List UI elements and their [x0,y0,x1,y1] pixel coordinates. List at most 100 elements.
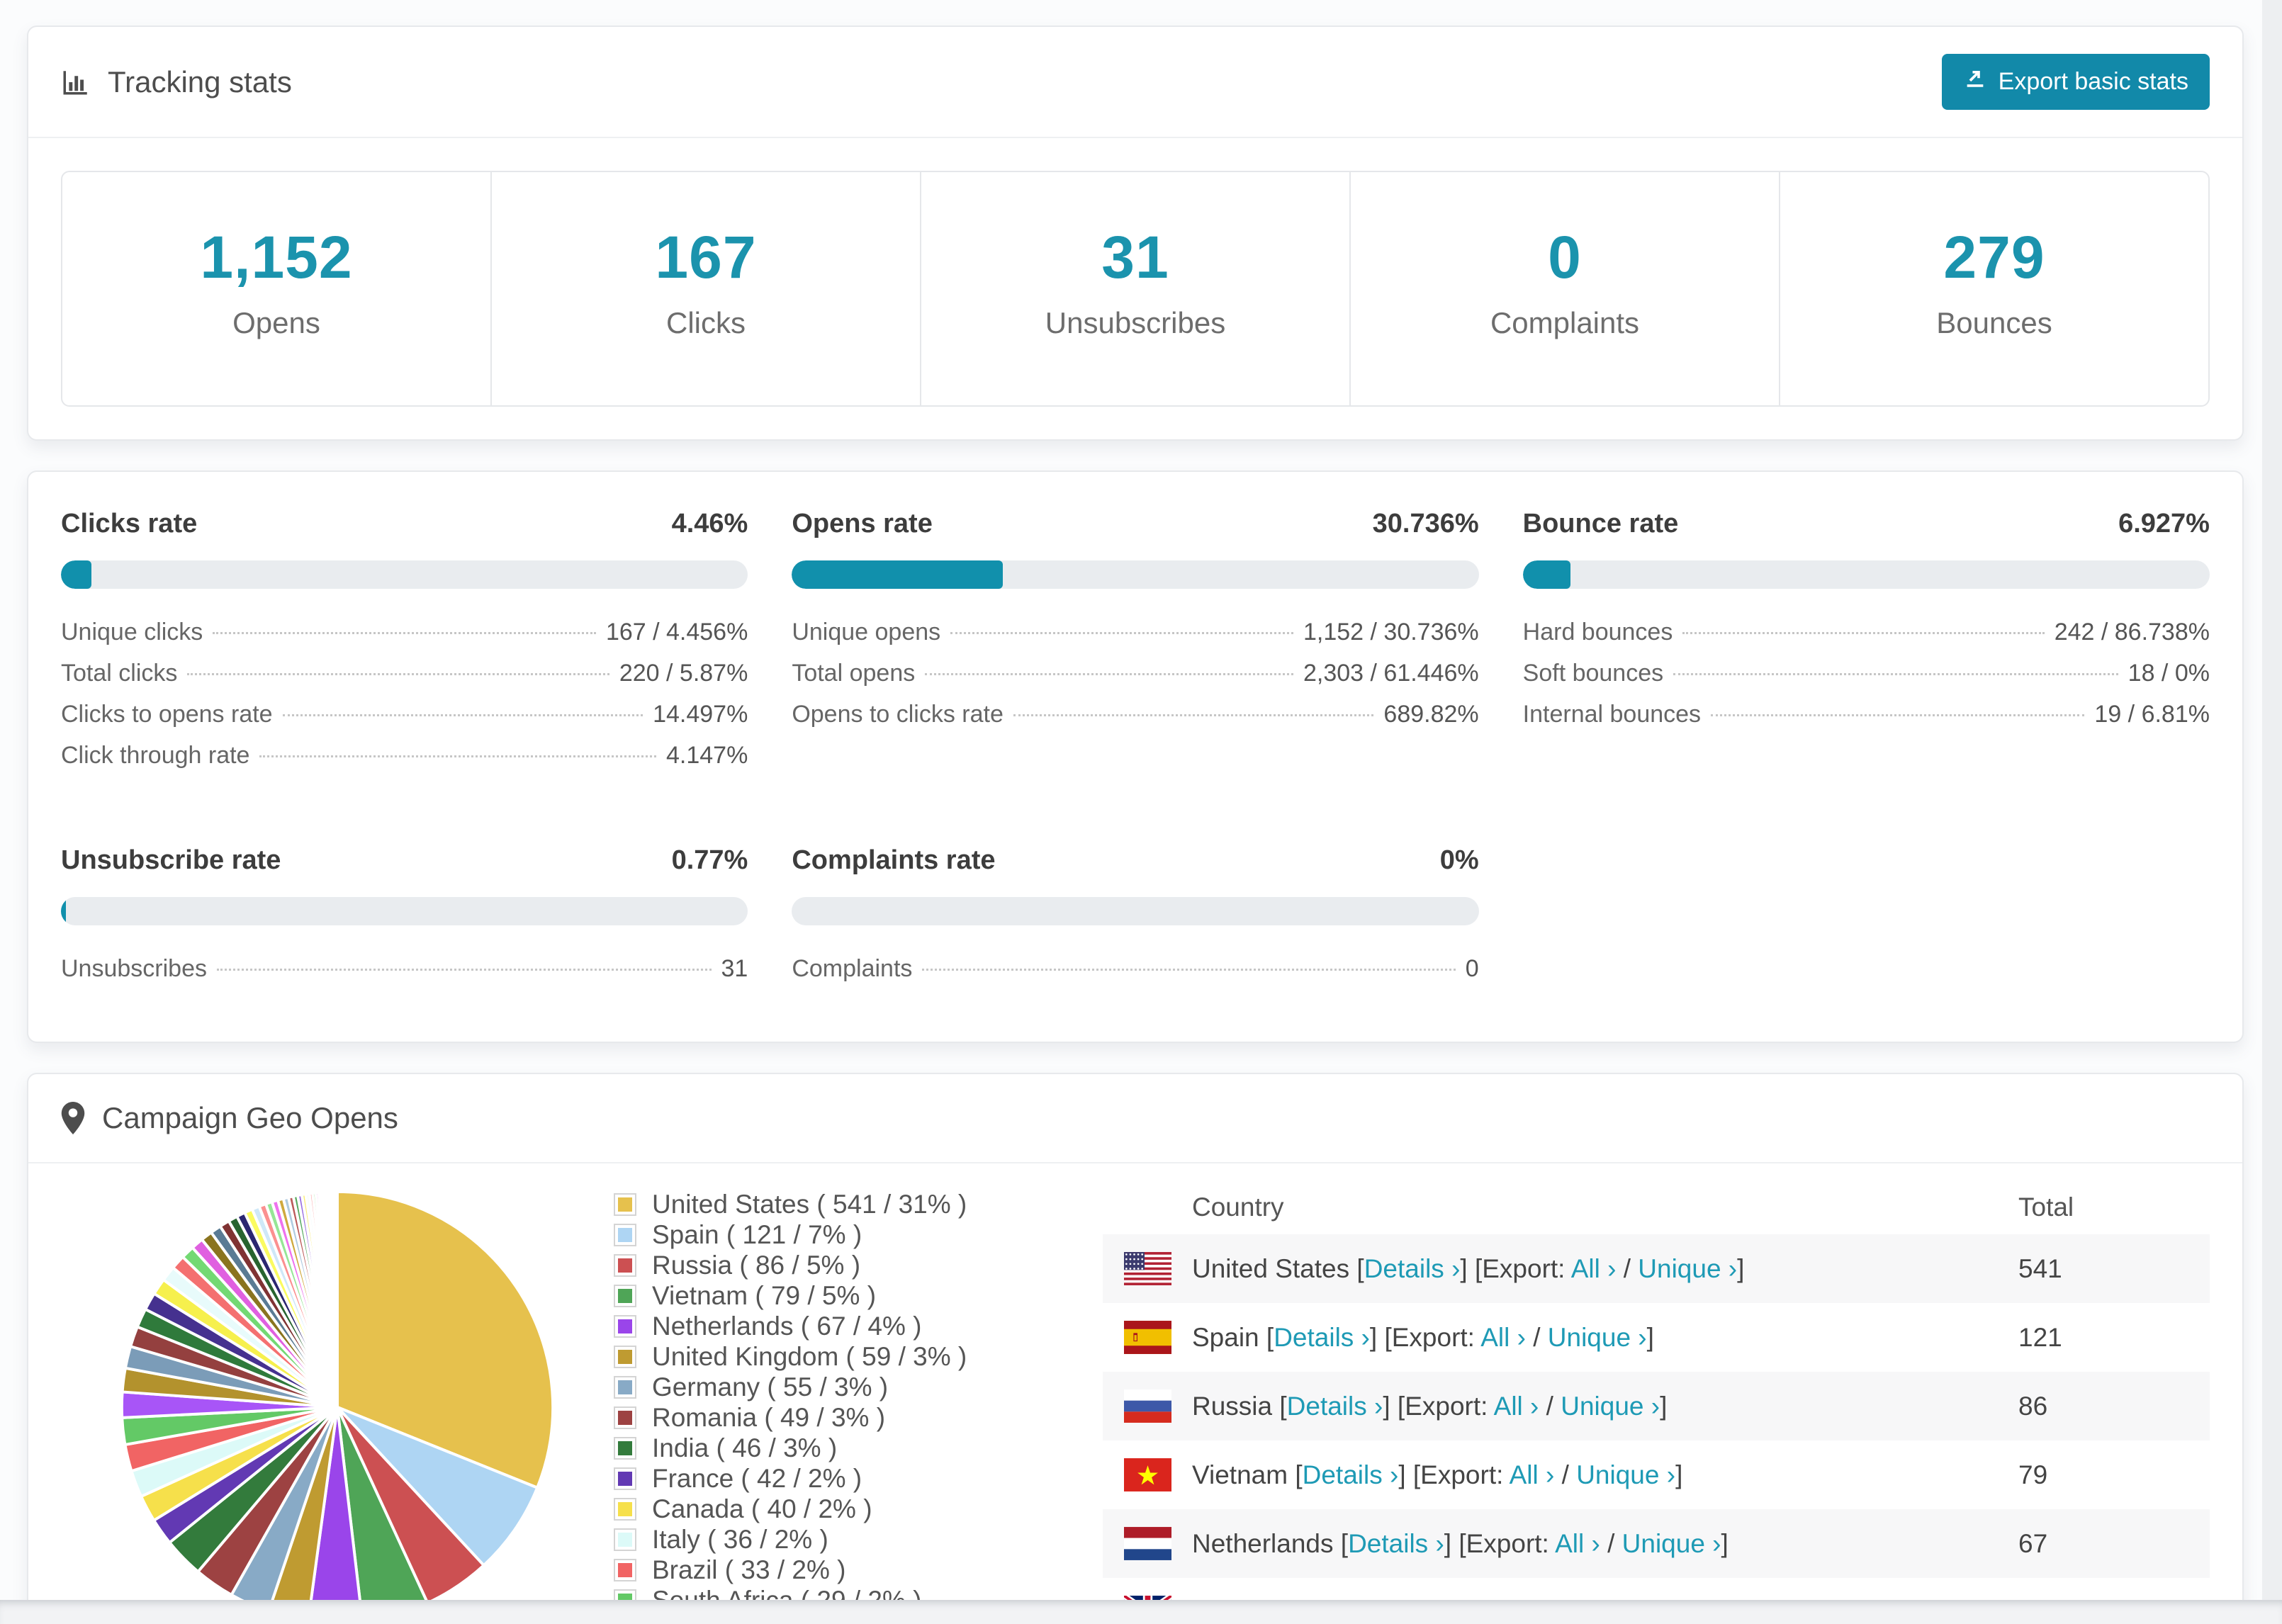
legend-swatch [614,1497,636,1521]
stat-box-unsubscribes: 31 Unsubscribes [920,172,1349,405]
stat-value: 167 [655,224,757,291]
dotted-leader [922,969,1456,971]
geo-opens-pie-chart[interactable] [113,1183,561,1624]
flag-netherlands-icon [1124,1527,1171,1560]
legend-item-canada: Canada ( 40 / 2% ) [614,1494,1103,1524]
legend-label: Spain ( 121 / 7% ) [652,1219,862,1249]
legend-swatch [614,1558,636,1581]
geo-row-links: United States [Details ›] [Export: All ›… [1192,1253,1745,1283]
geo-row-total: 67 [2018,1528,2048,1558]
rate-progress-bar [1522,560,2210,589]
export-icon [1963,67,1987,97]
dotted-leader [1013,714,1374,716]
rate-detail-value: 689.82% [1383,701,1479,728]
legend-swatch [614,1528,636,1551]
geo-row-links: Russia [Details ›] [Export: All › / Uniq… [1192,1391,1668,1421]
legend-label: Germany ( 55 / 3% ) [652,1372,889,1402]
geo-table-row-spain: Spain [Details ›] [Export: All › / Uniqu… [1103,1303,2210,1372]
bar-chart-icon [61,67,91,97]
rate-detail-row: Unique opens 1,152 / 30.736% [792,619,1478,660]
export-unique-link[interactable]: Unique › [1548,1323,1647,1352]
rate-detail-label: Soft bounces [1522,660,1664,687]
export-all-link[interactable]: All › [1494,1392,1539,1421]
stat-label: Complaints [1490,306,1640,339]
geo-row-links: Vietnam [Details ›] [Export: All › / Uni… [1192,1460,1683,1489]
geo-row-links: Netherlands [Details ›] [Export: All › /… [1192,1528,1729,1558]
rate-panel-opens-rate: Opens rate 30.736% Unique opens 1,152 / 30.… [792,509,1479,783]
legend-swatch [614,1192,636,1216]
stat-value: 279 [1943,224,2045,291]
stat-box-clicks: 167 Clicks [490,172,920,405]
pie-slice[interactable] [334,1190,339,1409]
geo-opens-title-text: Campaign Geo Opens [102,1101,398,1134]
details-link[interactable]: Details › [1348,1529,1444,1558]
export-unique-link[interactable]: Unique › [1622,1529,1721,1558]
legend-item-italy: Italy ( 36 / 2% ) [614,1524,1103,1555]
rate-detail-value: 4.147% [666,742,748,769]
geo-table-header-country: Country [1192,1192,1284,1222]
legend-swatch [614,1467,636,1490]
export-unique-link[interactable]: Unique › [1561,1392,1660,1421]
rate-detail-label: Total clicks [61,660,178,687]
geo-opens-header: Campaign Geo Opens [28,1074,2242,1163]
geo-table-row-united-states: United States [Details ›] [Export: All ›… [1103,1234,2210,1303]
details-link[interactable]: Details › [1303,1460,1399,1489]
legend-item-vietnam: Vietnam ( 79 / 5% ) [614,1280,1103,1311]
rate-detail-row: Total opens 2,303 / 61.446% [792,660,1478,701]
dotted-leader [282,714,643,716]
details-link[interactable]: Details › [1274,1323,1370,1352]
export-unique-link[interactable]: Unique › [1576,1460,1675,1489]
export-all-link[interactable]: All › [1510,1460,1555,1489]
rate-detail-value: 19 / 6.81% [2094,701,2210,728]
rate-detail-label: Opens to clicks rate [792,701,1004,728]
export-all-link[interactable]: All › [1571,1254,1617,1283]
stat-value: 31 [1101,224,1169,291]
tracking-stats-title-text: Tracking stats [108,64,292,98]
rate-detail-row: Soft bounces 18 / 0% [1523,660,2210,701]
rate-panel-bounce-rate: Bounce rate 6.927% Hard bounces 242 / 86.73… [1522,509,2210,783]
rate-detail-value: 242 / 86.738% [2054,619,2210,645]
dotted-leader [216,969,712,971]
rate-detail-value: 18 / 0% [2128,660,2210,687]
rate-progress-fill [1522,560,1570,589]
legend-swatch [614,1314,636,1338]
rate-detail-row: Unique clicks 167 / 4.456% [61,619,748,660]
rate-progress-fill [792,560,1004,589]
geo-table-row-russia: Russia [Details ›] [Export: All › / Uniq… [1103,1372,2210,1440]
tracking-stats-title: Tracking stats [61,65,292,99]
page-content: Tracking stats Export basic stats 1,152 O… [0,0,2262,1624]
legend-item-france: France ( 42 / 2% ) [614,1463,1103,1494]
rate-detail-value: 31 [721,955,748,982]
rate-progress-bar [792,897,1479,925]
rate-detail-row: Total clicks 220 / 5.87% [61,660,748,701]
legend-label: France ( 42 / 2% ) [652,1463,862,1493]
rates-card: Clicks rate 4.46% Unique clicks 167 / 4.456… [27,470,2244,1043]
flag-russia-icon [1124,1389,1171,1423]
export-all-link[interactable]: All › [1480,1323,1526,1352]
rate-panel-title: Opens rate [792,509,933,538]
details-link[interactable]: Details › [1364,1254,1461,1283]
legend-item-brazil: Brazil ( 33 / 2% ) [614,1555,1103,1585]
geo-row-links: Spain [Details ›] [Export: All › / Uniqu… [1192,1322,1654,1352]
stat-box-opens: 1,152 Opens [62,172,490,405]
rate-panel-percent: 30.736% [1372,509,1479,538]
rate-detail-row: Clicks to opens rate 14.497% [61,701,748,742]
export-unique-link[interactable]: Unique › [1638,1254,1737,1283]
rate-detail-label: Total opens [792,660,916,687]
legend-label: Netherlands ( 67 / 4% ) [652,1311,922,1341]
rate-panel-clicks-rate: Clicks rate 4.46% Unique clicks 167 / 4.456… [61,509,748,783]
page-scrollbar-gutter[interactable] [2262,0,2282,1624]
legend-item-india: India ( 46 / 3% ) [614,1433,1103,1463]
dotted-leader [1682,632,2045,634]
dotted-leader [213,632,596,634]
export-all-link[interactable]: All › [1555,1529,1600,1558]
details-link[interactable]: Details › [1287,1392,1383,1421]
export-basic-stats-button[interactable]: Export basic stats [1941,54,2210,110]
stat-box-bounces: 279 Bounces [1779,172,2208,405]
rate-detail-value: 1,152 / 30.736% [1303,619,1479,645]
legend-label: United Kingdom ( 59 / 3% ) [652,1341,967,1371]
dotted-leader [1673,673,2118,675]
rate-detail-row: Complaints 0 [792,955,1478,996]
rate-detail-row: Unsubscribes 31 [61,955,748,996]
legend-swatch [614,1406,636,1429]
